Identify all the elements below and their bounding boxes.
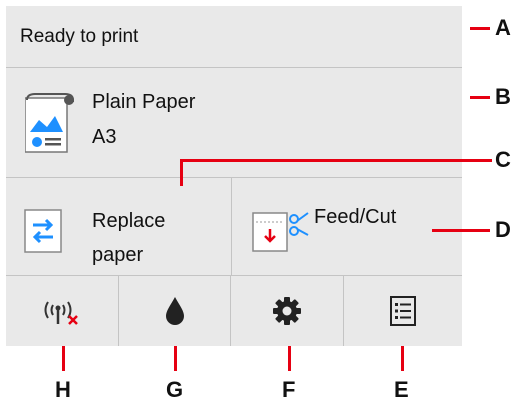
feed-cut-icon [252, 209, 310, 253]
status-text: Ready to print [20, 26, 139, 47]
job-list-button[interactable] [344, 276, 462, 346]
replace-paper-label: Replace paper [92, 210, 166, 266]
callout-h: H [55, 377, 71, 402]
callout-line-f [288, 346, 291, 371]
media-type-label: Plain Paper [92, 91, 196, 113]
callout-g: G [166, 377, 184, 402]
callout-c: C [495, 147, 511, 172]
feed-cut-button[interactable]: Feed/Cut [232, 178, 462, 275]
callout-line-h [62, 346, 65, 371]
callout-d: D [495, 217, 511, 242]
callout-line-c-h [180, 159, 492, 162]
callout-b: B [495, 84, 511, 109]
status-area[interactable]: Ready to print [6, 6, 462, 68]
callout-line-d [432, 229, 490, 232]
callout-line-e [401, 346, 404, 371]
callout-e: E [394, 377, 409, 402]
replace-paper-button[interactable]: Replace paper [6, 178, 232, 275]
bottom-bar [6, 276, 462, 346]
settings-button[interactable] [231, 276, 344, 346]
callout-a: A [495, 15, 511, 40]
ink-button[interactable] [119, 276, 231, 346]
feed-cut-label: Feed/Cut [314, 206, 397, 228]
callout-line-b [470, 96, 490, 99]
ink-drop-icon [164, 296, 186, 326]
callout-line-a [470, 27, 490, 30]
paper-roll-icon [25, 92, 75, 154]
wireless-off-icon [42, 296, 82, 326]
callout-line-g [174, 346, 177, 371]
replace-paper-icon [24, 209, 62, 253]
gear-icon [272, 296, 302, 326]
printer-touch-panel: Ready to print Plain Paper A3 Replace pa… [6, 6, 462, 346]
callout-line-c-v [180, 159, 183, 186]
wireless-lan-button[interactable] [6, 276, 119, 346]
action-row: Replace paper Feed/Cut [6, 178, 462, 276]
media-size-label: A3 [92, 126, 117, 148]
list-icon [390, 296, 416, 326]
callout-f: F [282, 377, 296, 402]
